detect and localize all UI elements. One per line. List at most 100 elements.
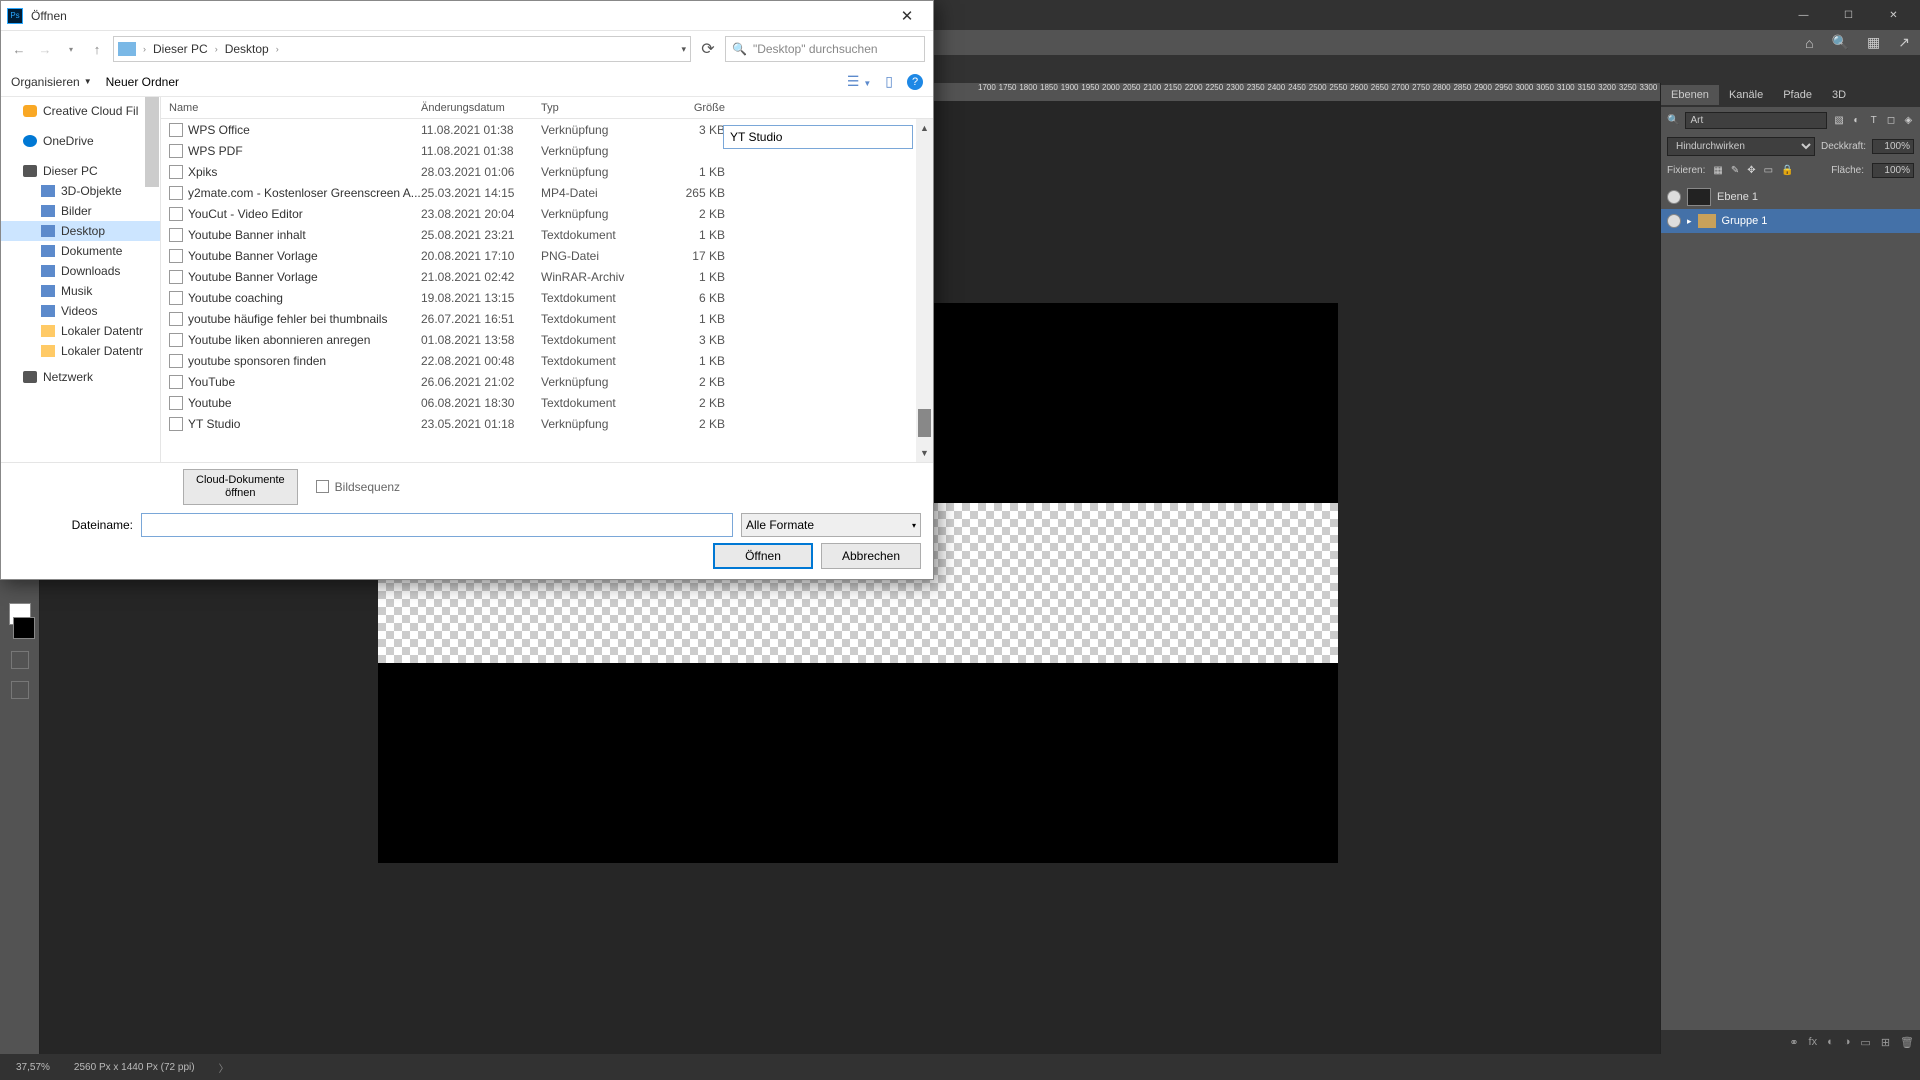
tab-layers[interactable]: Ebenen [1661, 85, 1719, 105]
file-row[interactable]: YouTube26.06.2021 21:02Verknüpfung2 KB [161, 371, 933, 392]
filename-input[interactable] [141, 513, 733, 537]
file-row[interactable]: YT Studio23.05.2021 01:18Verknüpfung2 KB [161, 413, 933, 434]
fill-input[interactable] [1872, 163, 1914, 178]
file-row[interactable]: youtube sponsoren finden22.08.2021 00:48… [161, 350, 933, 371]
view-mode-icon[interactable]: ☰ ▼ [847, 73, 871, 90]
tree-item-music[interactable]: Musik [1, 281, 160, 301]
up-icon[interactable]: ↑ [87, 42, 107, 57]
filter-type-icon[interactable]: T [1868, 111, 1879, 129]
delete-icon[interactable]: 🗑 [1900, 1036, 1914, 1049]
opacity-input[interactable] [1872, 139, 1914, 154]
file-row[interactable]: Youtube Banner Vorlage20.08.2021 17:10PN… [161, 245, 933, 266]
background-swatch[interactable] [13, 617, 35, 639]
fx-icon[interactable]: fx [1809, 1036, 1818, 1048]
cloud-documents-button[interactable]: Cloud-Dokumente öffnen [183, 469, 298, 505]
file-row[interactable]: Youtube Banner inhalt25.08.2021 23:21Tex… [161, 224, 933, 245]
lock-all-icon[interactable]: ▦ [1713, 165, 1722, 176]
file-row[interactable]: youtube häufige fehler bei thumbnails26.… [161, 308, 933, 329]
tree-item-ccfiles[interactable]: Creative Cloud Fil [1, 101, 160, 121]
file-row[interactable]: Youtube06.08.2021 18:30Textdokument2 KB [161, 392, 933, 413]
breadcrumb-segment[interactable]: Desktop [225, 42, 269, 56]
folder-tree[interactable]: Creative Cloud Fil OneDrive Dieser PC 3D… [1, 97, 161, 462]
path-dropdown-icon[interactable]: ▾ [681, 44, 686, 55]
tree-item-onedrive[interactable]: OneDrive [1, 131, 160, 151]
open-button[interactable]: Öffnen [713, 543, 813, 569]
workspace-icon[interactable]: ▦ [1867, 34, 1880, 51]
file-row[interactable]: Youtube Banner Vorlage21.08.2021 02:42Wi… [161, 266, 933, 287]
preview-pane-icon[interactable]: ▯ [885, 73, 893, 90]
home-icon[interactable]: ⌂ [1805, 35, 1813, 51]
tab-paths[interactable]: Pfade [1773, 85, 1822, 105]
tab-channels[interactable]: Kanäle [1719, 85, 1773, 105]
file-row[interactable]: Youtube liken abonnieren anregen01.08.20… [161, 329, 933, 350]
file-list[interactable]: Name Änderungsdatum Typ Größe WPS Office… [161, 97, 933, 462]
share-icon[interactable]: ↗ [1898, 34, 1910, 51]
scroll-up-icon[interactable]: ▲ [916, 119, 933, 136]
format-select[interactable]: Alle Formate▾ [741, 513, 921, 537]
minimize-button[interactable]: — [1781, 1, 1826, 29]
mask-icon[interactable]: ◐ [1827, 1036, 1834, 1048]
refresh-icon[interactable]: ⟳ [697, 39, 719, 59]
document-info[interactable]: 2560 Px x 1440 Px (72 ppi) [74, 1062, 195, 1073]
screenmode-icon[interactable] [11, 681, 29, 699]
visibility-icon[interactable] [1667, 214, 1681, 228]
tree-item-localdisk[interactable]: Lokaler Datentr [1, 321, 160, 341]
breadcrumb-segment[interactable]: Dieser PC [153, 42, 208, 56]
filter-smart-icon[interactable]: ◈ [1903, 111, 1914, 129]
adjustment-icon[interactable]: ◑ [1844, 1036, 1851, 1048]
lock-artboard-icon[interactable]: ▭ [1764, 165, 1773, 176]
forward-icon[interactable]: → [35, 42, 55, 57]
tree-item-downloads[interactable]: Downloads [1, 261, 160, 281]
col-date[interactable]: Änderungsdatum [421, 102, 541, 114]
tree-item-localdisk[interactable]: Lokaler Datentr [1, 341, 160, 361]
scroll-thumb[interactable] [918, 409, 931, 437]
file-row[interactable]: y2mate.com - Kostenloser Greenscreen A..… [161, 182, 933, 203]
close-button[interactable]: ✕ [1871, 1, 1916, 29]
search-input[interactable]: 🔍 "Desktop" durchsuchen [725, 36, 925, 62]
breadcrumb-bar[interactable]: › Dieser PC › Desktop › ▾ [113, 36, 691, 62]
link-icon[interactable]: ⚭ [1789, 1036, 1798, 1049]
layer-item[interactable]: Ebene 1 [1661, 185, 1920, 209]
close-icon[interactable]: ✕ [887, 2, 927, 30]
tree-item-3dobjects[interactable]: 3D-Objekte [1, 181, 160, 201]
bildsequenz-checkbox[interactable]: Bildsequenz [316, 480, 400, 494]
tree-scrollbar[interactable] [145, 97, 159, 187]
tree-item-documents[interactable]: Dokumente [1, 241, 160, 261]
file-row[interactable]: YouCut - Video Editor23.08.2021 20:04Ver… [161, 203, 933, 224]
filter-pixel-icon[interactable]: ▧ [1833, 111, 1844, 129]
blend-mode-select[interactable]: Hindurchwirken [1667, 137, 1815, 156]
filter-shape-icon[interactable]: ◻ [1885, 111, 1896, 129]
col-size[interactable]: Größe [661, 102, 741, 114]
file-row[interactable]: Youtube coaching19.08.2021 13:15Textdoku… [161, 287, 933, 308]
help-icon[interactable]: ? [907, 74, 923, 90]
lock-position-icon[interactable]: ✥ [1747, 165, 1755, 176]
search-icon[interactable]: 🔍 [1667, 111, 1679, 129]
file-row[interactable]: Xpiks28.03.2021 01:06Verknüpfung1 KB [161, 161, 933, 182]
maximize-button[interactable]: ☐ [1826, 1, 1871, 29]
tree-item-thispc[interactable]: Dieser PC [1, 161, 160, 181]
new-layer-icon[interactable]: ⊞ [1881, 1036, 1890, 1049]
tree-item-videos[interactable]: Videos [1, 301, 160, 321]
filter-adjust-icon[interactable]: ◐ [1851, 111, 1862, 129]
tree-item-desktop[interactable]: Desktop [1, 221, 160, 241]
col-name[interactable]: Name [161, 102, 421, 114]
cancel-button[interactable]: Abbrechen [821, 543, 921, 569]
zoom-level[interactable]: 37,57% [16, 1062, 50, 1073]
tree-item-network[interactable]: Netzwerk [1, 367, 160, 387]
visibility-icon[interactable] [1667, 190, 1681, 204]
quickmask-icon[interactable] [11, 651, 29, 669]
search-icon[interactable]: 🔍 [1832, 34, 1849, 51]
col-type[interactable]: Typ [541, 102, 661, 114]
group-icon[interactable]: ▭ [1860, 1036, 1870, 1049]
scroll-down-icon[interactable]: ▼ [916, 445, 933, 462]
organize-button[interactable]: Organisieren ▼ [11, 75, 92, 89]
layer-filter-input[interactable] [1685, 112, 1827, 129]
file-list-scrollbar[interactable]: ▲ ▼ [916, 119, 933, 462]
tab-3d[interactable]: 3D [1822, 85, 1856, 105]
recent-dropdown-icon[interactable]: ▾ [61, 45, 81, 54]
tree-item-pictures[interactable]: Bilder [1, 201, 160, 221]
lock-icon[interactable]: 🔒 [1781, 165, 1793, 176]
lock-pixel-icon[interactable]: ✎ [1731, 165, 1739, 176]
back-icon[interactable]: ← [9, 42, 29, 57]
layer-item[interactable]: ▸ Gruppe 1 [1661, 209, 1920, 233]
